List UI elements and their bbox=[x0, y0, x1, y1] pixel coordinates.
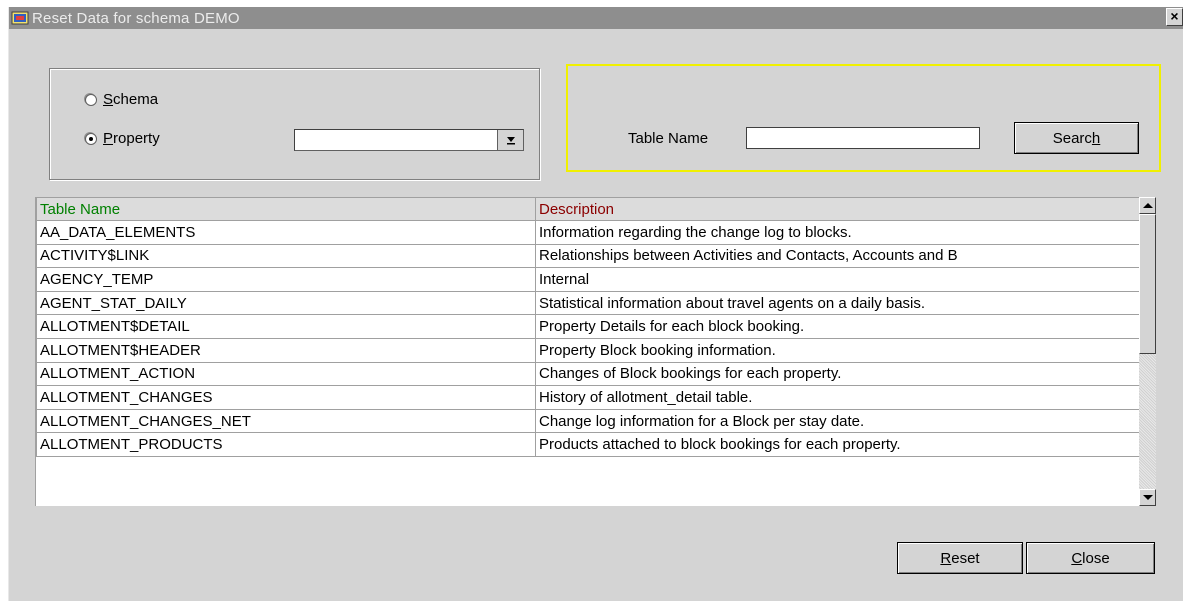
description-cell[interactable]: Products attached to block bookings for … bbox=[535, 432, 1141, 457]
reset-button[interactable]: Reset bbox=[897, 542, 1023, 574]
description-cell[interactable]: Internal bbox=[535, 267, 1141, 292]
title-bar[interactable]: Reset Data for schema DEMO × bbox=[9, 7, 1183, 29]
table-row[interactable]: ALLOTMENT_CHANGES History of allotment_de… bbox=[36, 385, 1141, 410]
table-row[interactable]: ALLOTMENT$DETAIL Property Details for eac… bbox=[36, 314, 1141, 339]
scope-group: Schema Property bbox=[49, 68, 540, 180]
table-name-input[interactable] bbox=[746, 127, 980, 149]
vertical-scrollbar[interactable] bbox=[1139, 197, 1156, 506]
table-name-cell[interactable]: ALLOTMENT$HEADER bbox=[36, 337, 536, 363]
grid-header-row: Table Name Description bbox=[36, 197, 1141, 221]
table-name-cell[interactable]: ALLOTMENT_CHANGES bbox=[36, 385, 536, 410]
description-cell[interactable]: History of allotment_detail table. bbox=[535, 385, 1141, 410]
table-name-cell[interactable]: AGENT_STAT_DAILY bbox=[36, 290, 536, 316]
scroll-up-icon[interactable] bbox=[1139, 197, 1156, 214]
description-cell[interactable]: Change log information for a Block per s… bbox=[535, 408, 1141, 434]
description-cell[interactable]: Changes of Block bookings for each prope… bbox=[535, 361, 1141, 387]
table-row[interactable]: AGENCY_TEMP Internal bbox=[36, 267, 1141, 292]
property-radio-row[interactable]: Property bbox=[85, 130, 160, 147]
table-row[interactable]: AGENT_STAT_DAILY Statistical information … bbox=[36, 290, 1141, 316]
table-name-cell[interactable]: AGENCY_TEMP bbox=[36, 267, 536, 292]
table-row[interactable]: AA_DATA_ELEMENTS Information regarding th… bbox=[36, 220, 1141, 245]
description-cell[interactable]: Statistical information about travel age… bbox=[535, 290, 1141, 316]
property-radio[interactable] bbox=[85, 132, 97, 145]
schema-radio-row[interactable]: Schema bbox=[85, 91, 158, 108]
table-row[interactable]: ACTIVITY$LINK Relationships between Activ… bbox=[36, 243, 1141, 269]
table-row[interactable]: ALLOTMENT_PRODUCTS Products attached to b… bbox=[36, 432, 1141, 457]
app-icon bbox=[11, 10, 29, 26]
scroll-thumb[interactable] bbox=[1139, 214, 1156, 354]
dropdown-arrow-icon[interactable] bbox=[497, 130, 523, 150]
description-cell[interactable]: Property Details for each block booking. bbox=[535, 314, 1141, 339]
table-row[interactable]: ALLOTMENT_CHANGES_NET Change log informat… bbox=[36, 408, 1141, 434]
table-name-cell[interactable]: AA_DATA_ELEMENTS bbox=[36, 220, 536, 245]
tables-grid: Table Name Description AA_DATA_ELEMENTS I… bbox=[35, 197, 1141, 506]
reset-data-window: Reset Data for schema DEMO × Schema Prop… bbox=[8, 7, 1183, 601]
window-title: Reset Data for schema DEMO bbox=[32, 9, 240, 27]
table-row[interactable]: ALLOTMENT_ACTION Changes of Block booking… bbox=[36, 361, 1141, 387]
property-label: Property bbox=[103, 130, 160, 147]
table-name-cell[interactable]: ALLOTMENT$DETAIL bbox=[36, 314, 536, 339]
table-row[interactable]: ALLOTMENT$HEADER Property Block booking i… bbox=[36, 337, 1141, 363]
column-header-table-name[interactable]: Table Name bbox=[36, 197, 536, 221]
search-group: Table Name Searc h bbox=[566, 64, 1161, 172]
table-name-cell[interactable]: ALLOTMENT_PRODUCTS bbox=[36, 432, 536, 457]
schema-radio[interactable] bbox=[85, 93, 97, 106]
close-window-button[interactable]: × bbox=[1166, 8, 1183, 26]
search-button[interactable]: Searc h bbox=[1014, 122, 1139, 154]
property-combo[interactable] bbox=[294, 129, 524, 151]
close-button[interactable]: Close bbox=[1026, 542, 1155, 574]
column-header-description[interactable]: Description bbox=[535, 197, 1141, 221]
table-name-cell[interactable]: ACTIVITY$LINK bbox=[36, 243, 536, 269]
scroll-down-icon[interactable] bbox=[1139, 489, 1156, 506]
description-cell[interactable]: Property Block booking information. bbox=[535, 337, 1141, 363]
table-name-cell[interactable]: ALLOTMENT_ACTION bbox=[36, 361, 536, 387]
table-name-label: Table Name bbox=[628, 130, 709, 147]
description-cell[interactable]: Information regarding the change log to … bbox=[535, 220, 1141, 245]
table-name-cell[interactable]: ALLOTMENT_CHANGES_NET bbox=[36, 408, 536, 434]
description-cell[interactable]: Relationships between Activities and Con… bbox=[535, 243, 1141, 269]
schema-label: Schema bbox=[103, 91, 159, 108]
